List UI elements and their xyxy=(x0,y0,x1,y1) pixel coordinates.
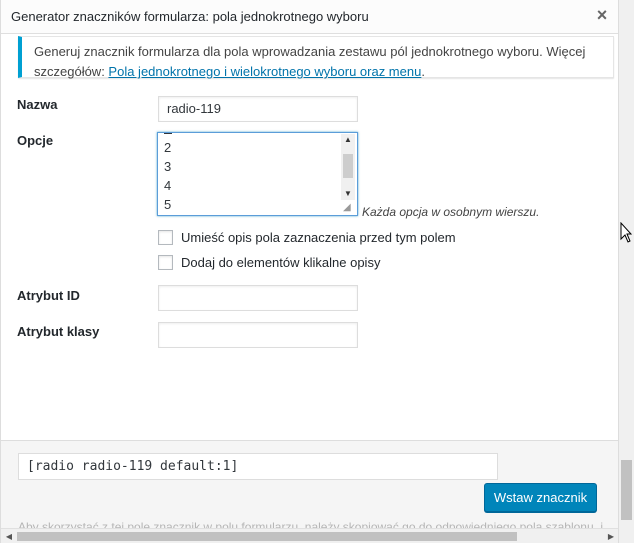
notice-link[interactable]: Pola jednokrotnego i wielokrotnego wybor… xyxy=(108,64,421,79)
insert-tag-button[interactable]: Wstaw znacznik xyxy=(484,483,597,512)
shortcode-field[interactable]: [radio radio-119 default:1] xyxy=(18,453,498,480)
options-textarea[interactable]: 2 3 4 5 ▲ ▼ ◢ xyxy=(157,132,358,216)
dialog-titlebar: Generator znaczników formularza: pola je… xyxy=(1,0,619,34)
scroll-up-arrow-icon[interactable]: ▲ xyxy=(341,134,355,146)
class-attr-input[interactable] xyxy=(158,322,358,348)
mouse-pointer-icon xyxy=(620,221,633,247)
vertical-scroll-thumb[interactable] xyxy=(621,460,632,520)
notice-suffix: . xyxy=(421,64,425,79)
class-attr-label: Atrybut klasy xyxy=(17,324,100,339)
scroll-right-arrow-icon[interactable]: ▶ xyxy=(605,530,617,543)
options-label: Opcje xyxy=(17,133,54,148)
tag-generator-dialog: Generator znaczników formularza: pola je… xyxy=(0,0,619,543)
option-line: 5 xyxy=(164,197,172,212)
option-line: 3 xyxy=(164,159,172,174)
horizontal-scrollbar[interactable]: ◀ ▶ xyxy=(1,528,619,543)
scroll-left-arrow-icon[interactable]: ◀ xyxy=(3,530,15,543)
option-line: 2 xyxy=(164,140,172,155)
close-icon[interactable]: × xyxy=(593,5,611,25)
info-notice: Generuj znacznik formularza dla pola wpr… xyxy=(18,36,614,79)
name-label: Nazwa xyxy=(17,97,58,112)
id-attr-label: Atrybut ID xyxy=(17,288,80,303)
use-label-element-checkbox[interactable] xyxy=(158,255,173,270)
partial-line xyxy=(164,133,172,134)
scroll-thumb[interactable] xyxy=(343,154,353,178)
scroll-down-arrow-icon[interactable]: ▼ xyxy=(341,188,355,200)
label-first-text[interactable]: Umieść opis pola zaznaczenia przed tym p… xyxy=(181,230,456,245)
options-hint: Każda opcja w osobnym wierszu. xyxy=(362,205,540,219)
id-attr-input[interactable] xyxy=(158,285,358,311)
use-label-element-text[interactable]: Dodaj do elementów klikalne opisy xyxy=(181,255,380,270)
vertical-scrollbar[interactable] xyxy=(618,0,634,543)
resize-grip-icon[interactable]: ◢ xyxy=(343,202,355,214)
dialog-title: Generator znaczników formularza: pola je… xyxy=(11,9,369,24)
horizontal-scroll-thumb[interactable] xyxy=(17,532,517,541)
textarea-scrollbar[interactable]: ▲ ▼ xyxy=(341,134,355,200)
option-line: 4 xyxy=(164,178,172,193)
label-first-checkbox[interactable] xyxy=(158,230,173,245)
name-input[interactable]: radio-119 xyxy=(158,96,358,122)
